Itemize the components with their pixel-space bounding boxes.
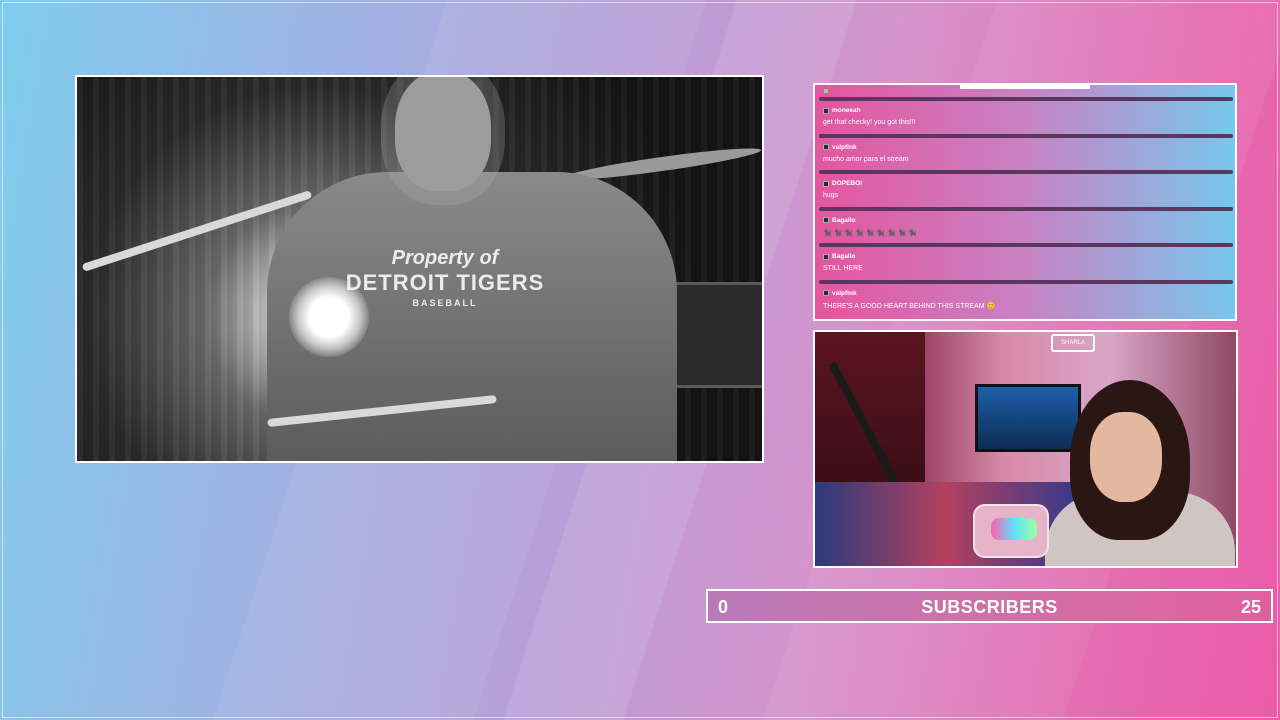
username-text: DOPEBOI [832,180,862,187]
chat-text: THERE'S A GOOD HEART BEHIND THIS STREAM … [823,302,996,310]
chat-message: moneeah get that checky! you got this!!! [815,97,1235,134]
drummer-head [395,77,491,191]
username-text: Bagallo [832,253,856,260]
webcam-feed: SHARLA [813,330,1238,568]
user-badge-icon [823,144,829,150]
chat-text: mucho amor para el stream [823,155,909,163]
main-video: Property of DETROIT TIGERS BASEBALL [75,75,764,463]
chat-message: valpfink THERE'S A GOOD HEART BEHIND THI… [815,279,1235,317]
user-badge-icon [823,180,829,187]
message-divider [819,170,1233,174]
subscriber-goal: 25 [1240,597,1261,617]
message-divider [819,279,1233,284]
chat-status-dot [824,89,828,93]
chat-message: DOPEBOI hugs [815,170,1235,207]
username-text: valpfink [832,143,857,151]
room-tv [975,384,1081,452]
chat-message-list[interactable]: moneeah get that checky! you got this!!!… [815,97,1235,316]
chat-text: hugs [823,192,839,199]
chat-username: moneeah [823,107,861,114]
username-text: valpfink [832,289,857,297]
chat-username: valpfink [823,144,857,151]
shirt-line-3: BASEBALL [412,298,478,308]
chat-text: STILL HERE [823,265,863,272]
user-badge-icon [823,107,829,114]
chat-username: Bagallo [823,217,855,224]
streamer-face [1090,412,1162,502]
message-divider [819,97,1233,101]
shirt-line-2: DETROIT TIGERS [345,270,545,295]
message-divider [819,206,1233,211]
chat-text: 🐈‍⬛ 🐈‍⬛ 🐈‍⬛ 🐈‍⬛ 🐈‍⬛ 🐈‍⬛ 🐈‍⬛ 🐈‍⬛ 🐈‍⬛ [823,229,918,237]
chat-username: Bagallo [823,253,855,260]
message-divider [819,133,1233,138]
shirt-print: Property of DETROIT TIGERS BASEBALL [345,247,545,308]
mic-rgb-light [991,518,1037,540]
chat-message: Bagallo 🐈‍⬛ 🐈‍⬛ 🐈‍⬛ 🐈‍⬛ 🐈‍⬛ 🐈‍⬛ 🐈‍⬛ 🐈‍⬛ … [815,206,1235,244]
chat-username: valpfink [823,290,857,297]
light-flare [289,277,369,357]
chat-text: get that checky! you got this!!! [823,119,916,126]
user-badge-icon [823,217,829,223]
neon-sign: SHARLA [1051,334,1095,352]
chat-message: Bagallo STILL HERE [815,243,1235,280]
shirt-line-1: Property of [391,247,499,269]
chat-panel: moneeah get that checky! you got this!!!… [813,83,1237,321]
chat-top-indicator [960,85,1090,89]
chat-username: DOPEBOI [823,180,862,187]
message-divider [819,243,1233,247]
subscriber-label: SUBSCRIBERS [921,597,1058,617]
username-text: Bagallo [832,216,856,224]
username-text: moneeah [832,107,861,114]
user-badge-icon [823,290,829,296]
user-badge-icon [823,253,829,260]
chat-message: valpfink mucho amor para el stream [815,133,1235,171]
subscriber-goal-bar: 0 SUBSCRIBERS 25 [706,589,1273,623]
